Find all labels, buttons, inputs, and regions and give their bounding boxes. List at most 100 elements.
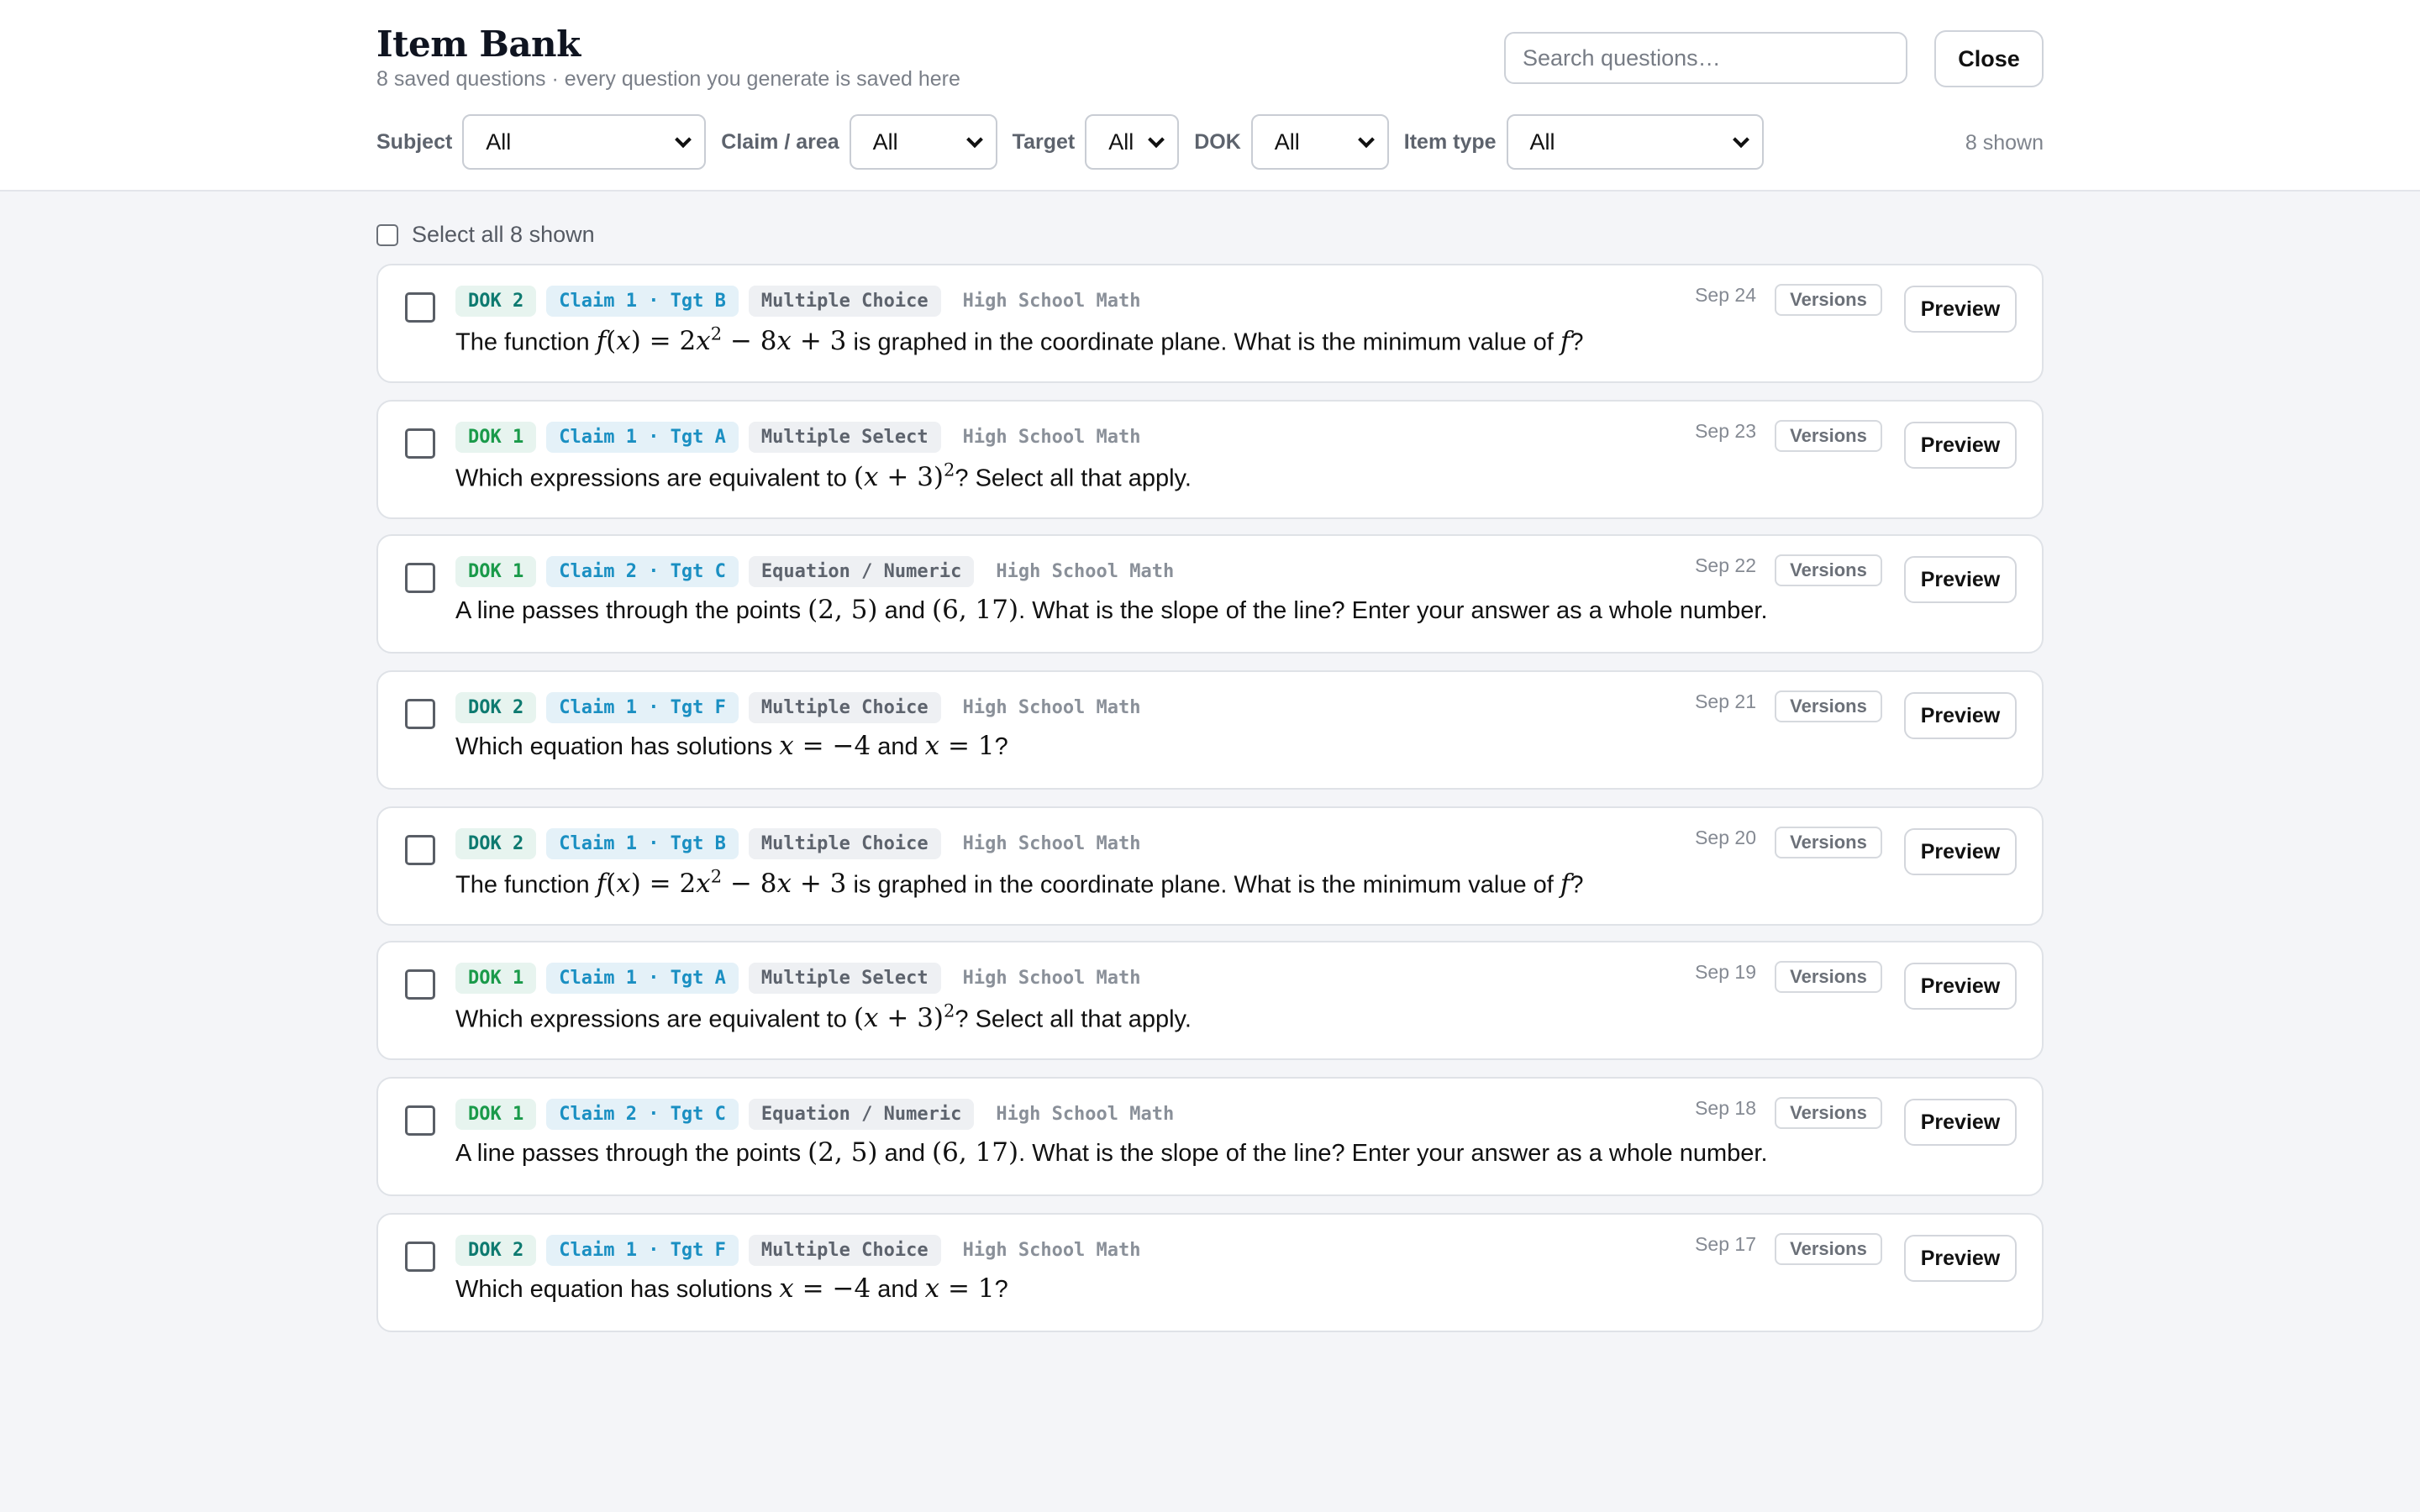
preview-button[interactable]: Preview xyxy=(1904,692,2017,739)
question-card: DOK 1 Claim 2 · Tgt C Equation / Numeric Hi… xyxy=(376,534,2044,654)
versions-button[interactable]: Versions xyxy=(1775,961,1882,993)
item-type-badge: Multiple Select xyxy=(748,963,941,994)
item-type-select-value: All xyxy=(1529,129,1555,155)
preview-button[interactable]: Preview xyxy=(1904,1235,2017,1282)
preview-button[interactable]: Preview xyxy=(1904,286,2017,333)
question-text: The function f(x) = 2x2 − 8x + 3 is grap… xyxy=(455,867,1584,899)
math-expression: (2, 5) xyxy=(808,595,878,625)
saved-date: Sep 21 xyxy=(1695,690,1756,712)
item-type-select[interactable]: All xyxy=(1506,114,1764,170)
select-all-checkbox[interactable] xyxy=(376,223,398,246)
item-type-badge: Multiple Choice xyxy=(748,286,941,317)
question-text: Which equation has solutions x = −4 and … xyxy=(455,1273,1008,1304)
versions-button[interactable]: Versions xyxy=(1775,1233,1882,1265)
question-card: DOK 1 Claim 1 · Tgt A Multiple Select High … xyxy=(376,400,2044,519)
question-checkbox[interactable] xyxy=(405,969,435,1000)
question-checkbox[interactable] xyxy=(405,835,435,865)
saved-date: Sep 20 xyxy=(1695,827,1756,848)
saved-date: Sep 23 xyxy=(1695,420,1756,442)
question-text-segment: The function xyxy=(455,871,597,899)
question-checkbox[interactable] xyxy=(405,1242,435,1272)
math-expression: f xyxy=(1560,326,1570,357)
math-expression: (x + 3)2 xyxy=(853,460,955,493)
question-card: DOK 2 Claim 1 · Tgt F Multiple Choice High … xyxy=(376,1213,2044,1332)
question-checkbox[interactable] xyxy=(405,1105,435,1136)
target-filter-label: Target xyxy=(1012,129,1076,154)
question-tags: DOK 1 Claim 1 · Tgt A Multiple Select High … xyxy=(455,963,1164,994)
claim-badge: Claim 2 · Tgt C xyxy=(546,1099,739,1130)
question-tags: DOK 1 Claim 1 · Tgt A Multiple Select High … xyxy=(455,422,1164,453)
search-input[interactable] xyxy=(1504,32,1907,84)
question-text-segment: and xyxy=(871,733,925,760)
preview-button[interactable]: Preview xyxy=(1904,556,2017,603)
item-type-badge: Equation / Numeric xyxy=(748,1099,975,1130)
question-text-segment: A line passes through the points xyxy=(455,1140,808,1167)
subject-filter-label: Subject xyxy=(376,129,453,154)
preview-button[interactable]: Preview xyxy=(1904,963,2017,1010)
subject-label: High School Math xyxy=(962,833,1141,854)
dok-badge: DOK 2 xyxy=(455,828,537,859)
versions-button[interactable]: Versions xyxy=(1775,690,1882,722)
target-select[interactable]: All xyxy=(1085,114,1180,170)
chevron-down-icon xyxy=(1148,131,1165,149)
close-button[interactable]: Close xyxy=(1934,30,2044,87)
subject-label: High School Math xyxy=(962,968,1141,989)
chevron-down-icon xyxy=(965,131,983,149)
subject-label: High School Math xyxy=(962,427,1141,448)
claim-badge: Claim 1 · Tgt B xyxy=(546,828,739,859)
dok-badge: DOK 1 xyxy=(455,1099,537,1130)
subject-select[interactable]: All xyxy=(462,114,707,170)
saved-date: Sep 17 xyxy=(1695,1233,1756,1255)
question-text: Which expressions are equivalent to (x +… xyxy=(455,460,1192,492)
dok-select-value: All xyxy=(1274,129,1300,155)
page-title: Item Bank xyxy=(376,24,581,65)
question-text: A line passes through the points (2, 5) … xyxy=(455,1137,1768,1168)
question-checkbox[interactable] xyxy=(405,563,435,593)
page-subtitle: 8 saved questions · every question you g… xyxy=(376,67,960,91)
question-text-segment: and xyxy=(871,1276,925,1303)
question-text-segment: Which expressions are equivalent to xyxy=(455,465,854,492)
preview-button[interactable]: Preview xyxy=(1904,828,2017,875)
question-checkbox[interactable] xyxy=(405,428,435,459)
subject-label: High School Math xyxy=(996,1104,1175,1125)
question-tags: DOK 2 Claim 1 · Tgt B Multiple Choice High … xyxy=(455,828,1164,859)
question-card: DOK 1 Claim 2 · Tgt C Equation / Numeric Hi… xyxy=(376,1077,2044,1196)
versions-button[interactable]: Versions xyxy=(1775,554,1882,586)
math-expression: (x + 3)2 xyxy=(853,1001,955,1034)
preview-button[interactable]: Preview xyxy=(1904,422,2017,469)
item-type-badge: Multiple Choice xyxy=(748,692,941,723)
question-text-segment: A line passes through the points xyxy=(455,597,808,624)
filter-bar: Subject All Claim / area All Target All … xyxy=(376,114,1779,170)
item-type-badge: Equation / Numeric xyxy=(748,556,975,587)
claim-select[interactable]: All xyxy=(849,114,997,170)
math-expression: f(x) = 2x2 − 8x + 3 xyxy=(596,324,847,357)
question-text-segment: is graphed in the coordinate plane. What… xyxy=(846,871,1560,899)
question-text-segment: Which expressions are equivalent to xyxy=(455,1005,854,1033)
question-tags: DOK 1 Claim 2 · Tgt C Equation / Numeric Hi… xyxy=(455,1099,1197,1130)
question-checkbox[interactable] xyxy=(405,292,435,323)
question-text-segment: . What is the slope of the line? Enter y… xyxy=(1018,1140,1768,1167)
versions-button[interactable]: Versions xyxy=(1775,827,1882,858)
question-text: A line passes through the points (2, 5) … xyxy=(455,595,1768,625)
claim-badge: Claim 1 · Tgt F xyxy=(546,692,739,723)
subject-select-value: All xyxy=(486,129,512,155)
dok-badge: DOK 1 xyxy=(455,422,537,453)
math-expression: x = −4 xyxy=(779,1273,871,1304)
dok-select[interactable]: All xyxy=(1250,114,1389,170)
claim-filter-label: Claim / area xyxy=(721,129,839,154)
question-checkbox[interactable] xyxy=(405,699,435,729)
versions-button[interactable]: Versions xyxy=(1775,420,1882,452)
dok-badge: DOK 2 xyxy=(455,1235,537,1266)
versions-button[interactable]: Versions xyxy=(1775,1097,1882,1129)
select-all-row[interactable]: Select all 8 shown xyxy=(376,222,595,248)
question-text-segment: ? Select all that apply. xyxy=(955,1005,1192,1033)
subject-label: High School Math xyxy=(996,561,1175,582)
versions-button[interactable]: Versions xyxy=(1775,284,1882,316)
question-tags: DOK 1 Claim 2 · Tgt C Equation / Numeric Hi… xyxy=(455,556,1197,587)
dok-badge: DOK 2 xyxy=(455,286,537,317)
saved-date: Sep 18 xyxy=(1695,1097,1756,1119)
claim-badge: Claim 1 · Tgt B xyxy=(546,286,739,317)
saved-date: Sep 24 xyxy=(1695,284,1756,306)
preview-button[interactable]: Preview xyxy=(1904,1099,2017,1146)
math-expression: x = 1 xyxy=(924,1273,995,1304)
